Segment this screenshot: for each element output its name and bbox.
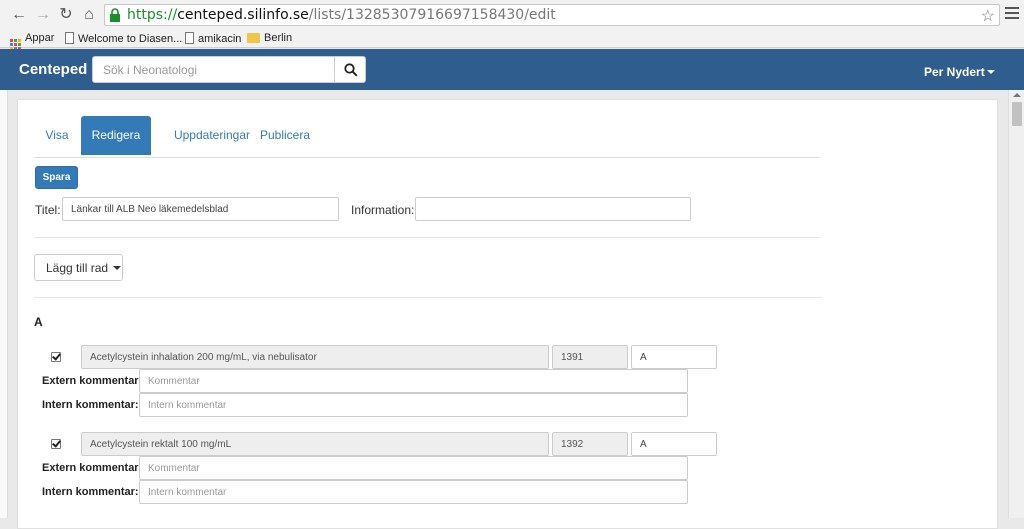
- save-button[interactable]: Spara: [35, 166, 78, 189]
- extern-comment-input[interactable]: [139, 369, 688, 393]
- scroll-up-icon[interactable]: [1013, 93, 1021, 97]
- group-letter-input[interactable]: [631, 345, 717, 369]
- edit-tabs: Visa Redigera Uppdateringar Publicera: [34, 116, 820, 158]
- information-label: Information:: [351, 203, 415, 217]
- medication-name-field: [81, 345, 549, 369]
- bookmark-amikacin[interactable]: amikacin: [185, 32, 241, 45]
- bookmark-welcome[interactable]: Welcome to Diasen...: [65, 32, 182, 45]
- information-input[interactable]: [415, 197, 691, 221]
- extern-comment-label: Extern kommentar:: [42, 375, 143, 387]
- page-icon: [65, 32, 74, 44]
- page-icon: [185, 32, 194, 44]
- user-menu[interactable]: Per Nydert: [924, 65, 995, 79]
- bookmark-star-icon[interactable]: ☆: [981, 6, 995, 26]
- divider: [34, 297, 822, 298]
- title-input[interactable]: [62, 197, 339, 221]
- app-navbar: Centeped Per Nydert: [0, 49, 1024, 90]
- add-row-button[interactable]: Lägg till rad: [34, 254, 123, 281]
- intern-comment-label: Intern kommentar:: [42, 486, 139, 498]
- search-button[interactable]: [334, 56, 366, 83]
- medication-id-field: [552, 345, 628, 369]
- lock-icon: [110, 8, 120, 22]
- extern-comment-input[interactable]: [139, 456, 688, 480]
- row-checkbox[interactable]: [51, 439, 61, 449]
- group-letter-input[interactable]: [631, 432, 717, 456]
- forward-arrow-icon[interactable]: →: [34, 6, 52, 24]
- home-icon[interactable]: ⌂: [80, 6, 98, 24]
- back-arrow-icon[interactable]: ←: [10, 6, 28, 24]
- left-edge: [0, 90, 8, 518]
- divider: [34, 237, 820, 238]
- tab-publicera[interactable]: Publicera: [251, 116, 319, 155]
- reload-icon[interactable]: ↻: [57, 6, 75, 24]
- section-heading: A: [34, 315, 43, 329]
- page-scrollbar[interactable]: [1008, 90, 1024, 518]
- bookmark-berlin[interactable]: Berlin: [247, 32, 292, 44]
- browser-menu-icon[interactable]: [1005, 7, 1019, 22]
- intern-comment-input[interactable]: [139, 393, 688, 417]
- search-icon: [344, 63, 358, 77]
- bookmarks-bar: Appar Welcome to Diasen... amikacin Berl…: [0, 30, 1024, 50]
- brand-logo[interactable]: Centeped: [19, 61, 87, 78]
- intern-comment-input[interactable]: [139, 480, 688, 504]
- scroll-thumb[interactable]: [1012, 102, 1022, 126]
- title-label: Titel:: [35, 203, 61, 217]
- tab-redigera[interactable]: Redigera: [81, 116, 151, 155]
- url-text: https://centeped.silinfo.se/lists/132853…: [127, 7, 556, 23]
- tab-visa[interactable]: Visa: [34, 116, 80, 155]
- caret-down-icon: [986, 70, 995, 74]
- medication-name-field: [81, 432, 549, 456]
- bookmark-apps[interactable]: Appar: [10, 32, 54, 50]
- search-input[interactable]: [92, 56, 335, 83]
- folder-icon: [247, 33, 260, 43]
- medication-id-field: [552, 432, 628, 456]
- caret-down-icon: [113, 265, 122, 270]
- row-checkbox[interactable]: [51, 352, 61, 362]
- intern-comment-label: Intern kommentar:: [42, 399, 139, 411]
- address-bar[interactable]: https://centeped.silinfo.se/lists/132853…: [104, 4, 1000, 26]
- extern-comment-label: Extern kommentar:: [42, 462, 143, 474]
- browser-toolbar: ← → ↻ ⌂ https://centeped.silinfo.se/list…: [0, 0, 1024, 30]
